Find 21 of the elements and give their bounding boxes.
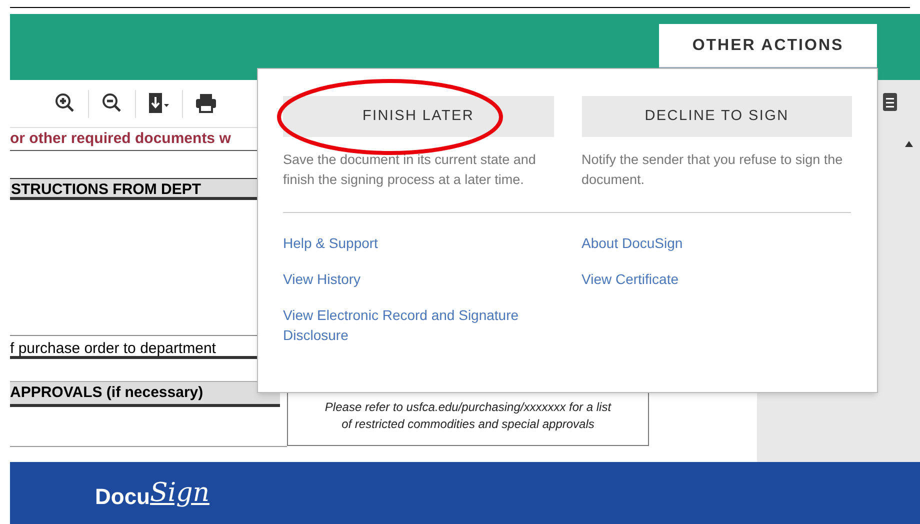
menu-link[interactable]: View Electronic Record and Signature Disclosure: [283, 305, 554, 345]
menu-link[interactable]: View Certificate: [582, 269, 679, 289]
menu-link[interactable]: Help & Support: [283, 233, 378, 253]
action-button[interactable]: FINISH LATER: [283, 96, 554, 137]
menu-link[interactable]: View History: [283, 269, 361, 289]
zoom-in-icon: [54, 93, 76, 114]
note-text: Please refer to usfca.edu/purchasing/xxxxxxx for a list: [324, 399, 612, 416]
document-icon[interactable]: [883, 93, 899, 113]
zoom-out-icon: [102, 93, 122, 114]
note-text: of restricted commodities and special approvals: [342, 416, 594, 433]
action-description: Save the document in its current state and finish the signing process at a later time.: [283, 151, 537, 189]
menu-link[interactable]: About DocuSign: [582, 233, 683, 253]
action-button[interactable]: DECLINE TO SIGN: [582, 96, 852, 137]
notice-text: or other required documents w: [10, 129, 231, 149]
other-actions-tab[interactable]: OTHER ACTIONS: [659, 24, 877, 69]
download-icon: [148, 93, 170, 114]
docusign-logo: DocuSign: [95, 476, 210, 510]
section-heading: APPROVALS (if necessary): [10, 381, 280, 407]
scroll-up-icon[interactable]: [905, 141, 913, 147]
action-description: Notify the sender that you refuse to sign the document.: [582, 151, 844, 189]
printer-icon: [196, 93, 216, 114]
